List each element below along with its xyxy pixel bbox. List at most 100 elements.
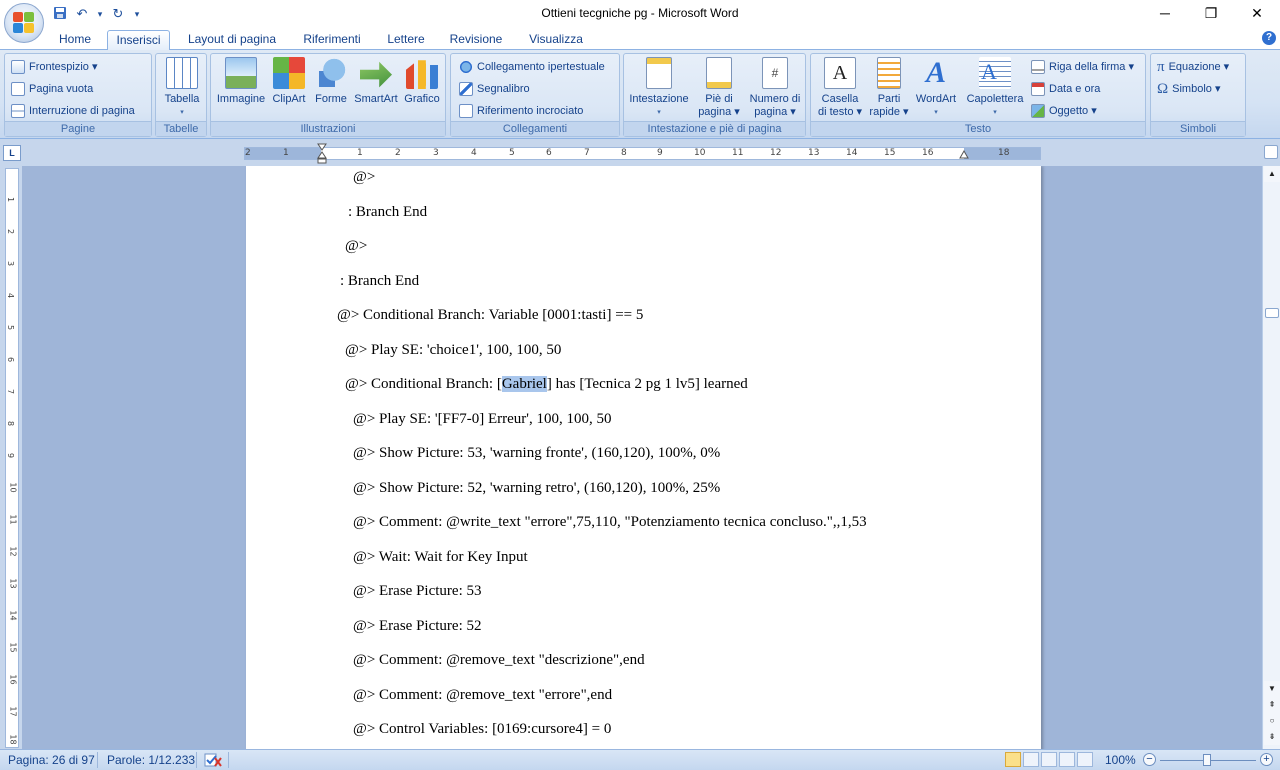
doc-line[interactable]: @> Conditional Branch: [Gabriel] has [Te… [345, 376, 748, 393]
selected-text[interactable]: Gabriel [501, 376, 547, 392]
vruler-tick: 7 [6, 388, 16, 395]
segnalibro-button[interactable]: Segnalibro [459, 79, 530, 99]
object-icon [1031, 104, 1045, 118]
frontespizio-button[interactable]: Frontespizio ▾ [11, 57, 98, 77]
right-indent-marker-icon[interactable] [959, 150, 969, 160]
doc-line[interactable]: @> [353, 169, 375, 186]
doc-line[interactable]: @> Show Picture: 52, 'warning retro', (1… [353, 480, 720, 497]
print-layout-view-icon[interactable] [1005, 752, 1021, 767]
web-layout-view-icon[interactable] [1041, 752, 1057, 767]
browse-object-button[interactable]: ○ [1264, 713, 1280, 729]
doc-line[interactable]: @> Comment: @remove_text "errore",end [353, 687, 612, 704]
intestazione-button[interactable]: Intestazione ▾ [626, 57, 692, 119]
office-button[interactable] [4, 3, 44, 43]
zoom-slider-thumb[interactable] [1203, 754, 1211, 766]
cross-reference-icon [459, 104, 473, 118]
tab-home[interactable]: Home [50, 30, 100, 50]
vertical-scrollbar[interactable]: ▲ ▼ ⇞ ○ ⇟ [1262, 166, 1280, 749]
footer-icon [706, 57, 732, 89]
zoom-in-button[interactable]: + [1260, 753, 1273, 766]
doc-line[interactable]: @> [345, 238, 367, 255]
vruler-tick: 4 [6, 292, 16, 299]
tab-riferimenti[interactable]: Riferimenti [294, 30, 370, 50]
doc-line[interactable]: @> Comment: @remove_text "descrizione",e… [353, 652, 645, 669]
group-pagine: Frontespizio ▾ Pagina vuota Interruzione… [4, 53, 152, 137]
tab-inserisci[interactable]: Inserisci [107, 30, 170, 51]
interruzione-pagina-button[interactable]: Interruzione di pagina [11, 101, 135, 121]
riferimento-incrociato-button[interactable]: Riferimento incrociato [459, 101, 583, 121]
full-screen-reading-view-icon[interactable] [1023, 752, 1039, 767]
riga-della-firma-button[interactable]: Riga della firma ▾ [1031, 57, 1134, 77]
ruler-tick: 6 [546, 148, 552, 158]
doc-line[interactable]: @> Play SE: 'choice1', 100, 100, 50 [345, 342, 561, 359]
pagina-vuota-button[interactable]: Pagina vuota [11, 79, 93, 99]
vruler-tick: 6 [6, 356, 16, 363]
draft-view-icon[interactable] [1077, 752, 1093, 767]
doc-line[interactable]: @> Play SE: '[FF7-0] Erreur', 100, 100, … [353, 411, 612, 428]
wordart-icon: A [925, 56, 946, 89]
parti-rapide-button[interactable]: Parti rapide ▾ [869, 57, 909, 119]
vruler-tick: 3 [6, 260, 16, 267]
immagine-button[interactable]: Immagine [215, 57, 267, 106]
doc-line[interactable]: @> Erase Picture: 52 [353, 618, 482, 635]
document-area[interactable]: @> : Branch End @> : Branch End @> Condi… [22, 166, 1262, 749]
doc-line[interactable]: @> Erase Picture: 53 [353, 583, 482, 600]
restore-button[interactable]: ❐ [1188, 0, 1234, 28]
doc-line[interactable]: @> Wait: Wait for Key Input [353, 549, 528, 566]
numero-di-pagina-button[interactable]: # Numero di pagina ▾ [746, 57, 804, 119]
scroll-down-button[interactable]: ▼ [1264, 681, 1280, 697]
tab-layout-di-pagina[interactable]: Layout di pagina [178, 30, 286, 50]
close-button[interactable]: ✕ [1234, 0, 1280, 28]
collegamento-ipertestuale-button[interactable]: Collegamento ipertestuale [459, 57, 605, 77]
scroll-thumb[interactable] [1265, 308, 1279, 318]
clipart-button[interactable]: ClipArt [269, 57, 309, 106]
frontespizio-label: Frontespizio ▾ [29, 61, 98, 73]
previous-page-button[interactable]: ⇞ [1264, 697, 1280, 713]
simbolo-button[interactable]: Ω Simbolo ▾ [1157, 79, 1220, 99]
oggetto-button[interactable]: Oggetto ▾ [1031, 101, 1097, 121]
document-page[interactable]: @> : Branch End @> : Branch End @> Condi… [246, 166, 1041, 749]
vertical-ruler[interactable]: 1 2 3 4 5 6 7 8 9 10 11 12 13 14 15 16 1… [5, 168, 19, 748]
wordart-button[interactable]: A WordArt ▾ [911, 57, 961, 119]
tab-visualizza[interactable]: Visualizza [518, 30, 594, 50]
tabella-button[interactable]: Tabella ▾ [160, 57, 204, 119]
tab-revisione[interactable]: Revisione [442, 30, 510, 50]
tab-selector-button[interactable]: L [3, 145, 21, 161]
doc-line-post: ] has [Tecnica 2 pg 1 lv5] learned [546, 376, 748, 392]
casella-di-testo-button[interactable]: A Casella di testo ▾ [813, 57, 867, 119]
page-count-status[interactable]: Pagina: 26 di 97 [8, 753, 95, 767]
equazione-button[interactable]: π Equazione ▾ [1157, 57, 1229, 77]
vruler-tick: 13 [8, 578, 18, 589]
capolettera-button[interactable]: A Capolettera ▾ [963, 57, 1027, 119]
pie-di-pagina-button[interactable]: Piè di pagina ▾ [694, 57, 744, 119]
vruler-tick: 14 [8, 610, 18, 621]
scroll-up-button[interactable]: ▲ [1264, 166, 1280, 182]
doc-line[interactable]: : Branch End [348, 204, 427, 221]
numero-di-pagina-label-1: Numero di [749, 93, 801, 105]
tab-lettere[interactable]: Lettere [378, 30, 434, 50]
zoom-out-button[interactable]: − [1143, 753, 1156, 766]
doc-line[interactable]: @> Conditional Branch: Variable [0001:ta… [337, 307, 643, 324]
forme-button[interactable]: Forme [311, 57, 351, 106]
zoom-level[interactable]: 100% [1105, 753, 1136, 767]
chart-icon [406, 60, 438, 89]
view-ruler-toggle-icon[interactable] [1264, 145, 1278, 159]
horizontal-ruler[interactable]: 2 1 1 2 3 4 5 6 7 8 9 10 11 12 13 14 15 … [244, 143, 1041, 164]
minimize-button[interactable]: ─ [1142, 0, 1188, 28]
doc-line[interactable]: @> Show Picture: 53, 'warning fronte', (… [353, 445, 720, 462]
intestazione-label: Intestazione [629, 93, 689, 105]
next-page-button[interactable]: ⇟ [1264, 729, 1280, 745]
group-testo: A Casella di testo ▾ Parti rapide ▾ A Wo… [810, 53, 1146, 137]
indent-marker-icon[interactable] [317, 143, 327, 165]
word-count-status[interactable]: Parole: 1/12.233 [107, 753, 195, 767]
doc-line[interactable]: : Branch End [340, 273, 419, 290]
proofing-status-icon[interactable] [204, 752, 222, 770]
doc-line[interactable]: @> Control Variables: [0169:cursore4] = … [353, 721, 611, 738]
capolettera-label: Capolettera [966, 93, 1024, 105]
grafico-button[interactable]: Grafico [401, 57, 443, 106]
outline-view-icon[interactable] [1059, 752, 1075, 767]
doc-line[interactable]: @> Comment: @write_text "errore",75,110,… [353, 514, 867, 531]
data-e-ora-button[interactable]: Data e ora [1031, 79, 1100, 99]
smartart-button[interactable]: SmartArt [353, 57, 399, 106]
help-icon[interactable]: ? [1262, 31, 1276, 45]
